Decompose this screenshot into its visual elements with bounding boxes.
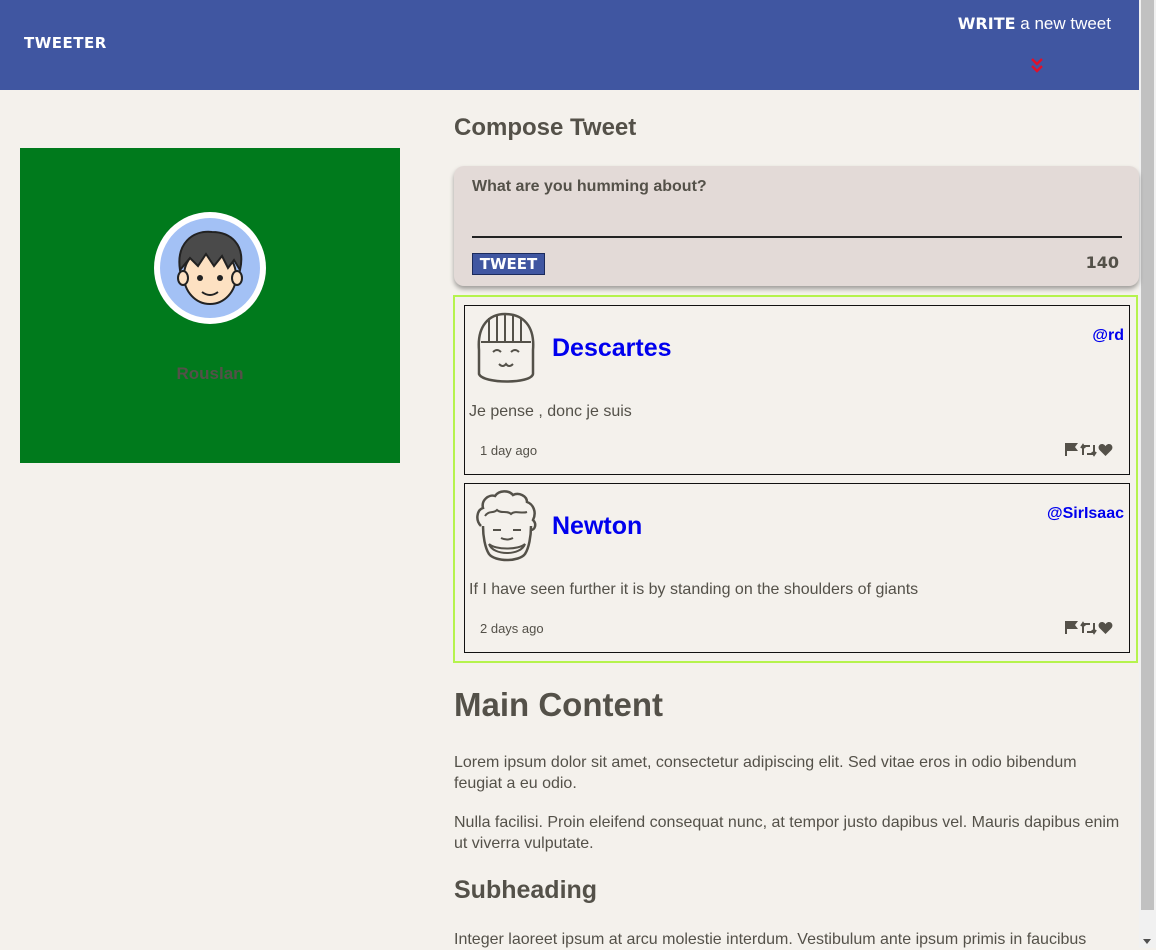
scroll-down-arrow-icon[interactable] xyxy=(1143,939,1151,944)
compose-title: Compose Tweet xyxy=(454,114,637,141)
navbar: TWEETER WRITE a new tweet xyxy=(0,0,1139,90)
tweet-button[interactable]: TWEET xyxy=(472,253,545,275)
descartes-avatar-icon xyxy=(477,312,535,383)
tweet-timestamp: 2 days ago xyxy=(480,621,544,636)
chevron-double-down-icon[interactable] xyxy=(1030,56,1044,74)
heart-icon[interactable] xyxy=(1098,443,1113,457)
main-content-heading: Main Content xyxy=(454,686,663,723)
tweet-author-name[interactable]: Descartes xyxy=(552,334,672,363)
tweet-text: Je pense , donc je suis xyxy=(469,403,632,420)
tweet-actions xyxy=(1065,442,1113,457)
content-paragraph: Nulla facilisi. Proin eleifend consequat… xyxy=(454,814,1120,852)
content-paragraph: Integer laoreet ipsum at arcu molestie i… xyxy=(454,931,1087,948)
tweet-card: Descartes @rd Je pense , donc je suis 1 … xyxy=(464,305,1130,475)
flag-icon[interactable] xyxy=(1065,442,1079,457)
tweet-textarea[interactable] xyxy=(472,208,1122,238)
compose-form: What are you humming about? TWEET 140 xyxy=(454,166,1139,286)
tweet-author-name[interactable]: Newton xyxy=(552,512,642,541)
tweet-author-handle[interactable]: @SirIsaac xyxy=(1047,505,1124,523)
tweet-author-handle[interactable]: @rd xyxy=(1092,327,1124,345)
scrollbar-thumb[interactable] xyxy=(1141,0,1154,910)
heart-icon[interactable] xyxy=(1098,621,1113,635)
user-avatar-icon xyxy=(160,218,260,318)
scrollbar[interactable] xyxy=(1139,0,1156,948)
tweet-card: Newton @SirIsaac If I have seen further … xyxy=(464,483,1130,653)
subheading: Subheading xyxy=(454,876,598,904)
tweet-timestamp: 1 day ago xyxy=(480,443,538,458)
tweet-actions xyxy=(1065,620,1113,635)
brand-logo[interactable]: TWEETER xyxy=(24,34,107,52)
profile-name: Rouslan xyxy=(176,364,244,383)
flag-icon[interactable] xyxy=(1065,620,1079,635)
write-label-rest: a new tweet xyxy=(1015,14,1111,33)
newton-avatar-icon xyxy=(476,490,537,562)
write-label-strong: WRITE xyxy=(957,14,1016,33)
content-paragraph: Lorem ipsum dolor sit amet, consectetur … xyxy=(454,754,1077,792)
tweet-text: If I have seen further it is by standing… xyxy=(469,581,919,598)
compose-label: What are you humming about? xyxy=(472,178,707,195)
retweet-icon[interactable] xyxy=(1080,620,1097,635)
write-new-tweet-link[interactable]: WRITE a new tweet xyxy=(958,14,1111,34)
avatar xyxy=(154,212,266,324)
tweets-container: Descartes @rd Je pense , donc je suis 1 … xyxy=(453,295,1138,663)
retweet-icon[interactable] xyxy=(1080,442,1097,457)
char-counter: 140 xyxy=(1085,253,1119,272)
profile-card: Rouslan xyxy=(20,148,400,463)
